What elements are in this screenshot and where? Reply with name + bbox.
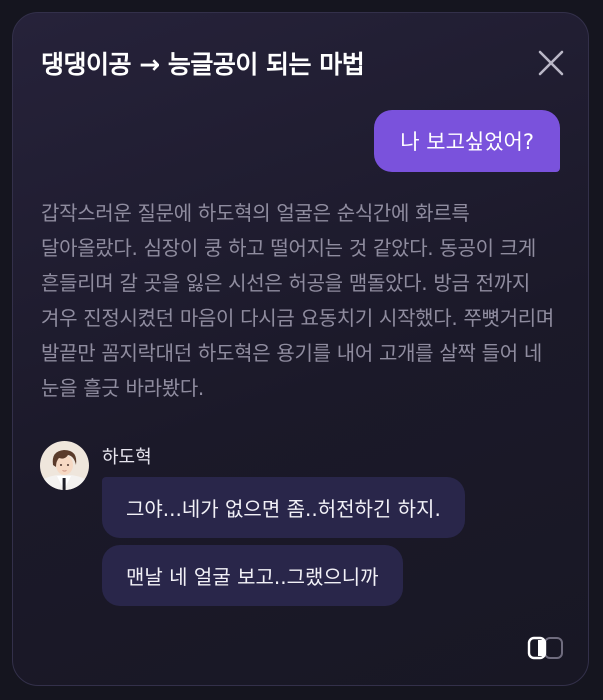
character-name: 하도혁 <box>102 447 152 468</box>
bot-message-bubble: 맨날 네 얼굴 보고..그랬으니까 <box>102 545 403 606</box>
modal-title: 댕댕이공 → 능글공이 되는 마법 <box>41 50 365 79</box>
narration-text: 갑작스러운 질문에 하도혁의 얼굴은 순식간에 화르륵 달아올랐다. 심장이 쿵… <box>41 201 555 400</box>
layout-toggle-icon <box>527 636 563 660</box>
character-avatar-image <box>40 441 89 490</box>
close-button[interactable] <box>535 47 567 79</box>
user-message-bubble: 나 보고싶었어? <box>374 110 560 172</box>
avatar[interactable] <box>40 441 89 490</box>
bot-message-bubble: 그야...네가 없으면 좀..허전하긴 하지. <box>102 477 465 538</box>
chat-modal: 댕댕이공 → 능글공이 되는 마법 나 보고싶었어? 갑작스러운 질문에 하도혁… <box>12 12 589 686</box>
layout-toggle-button[interactable] <box>526 634 566 662</box>
close-icon <box>538 50 564 76</box>
